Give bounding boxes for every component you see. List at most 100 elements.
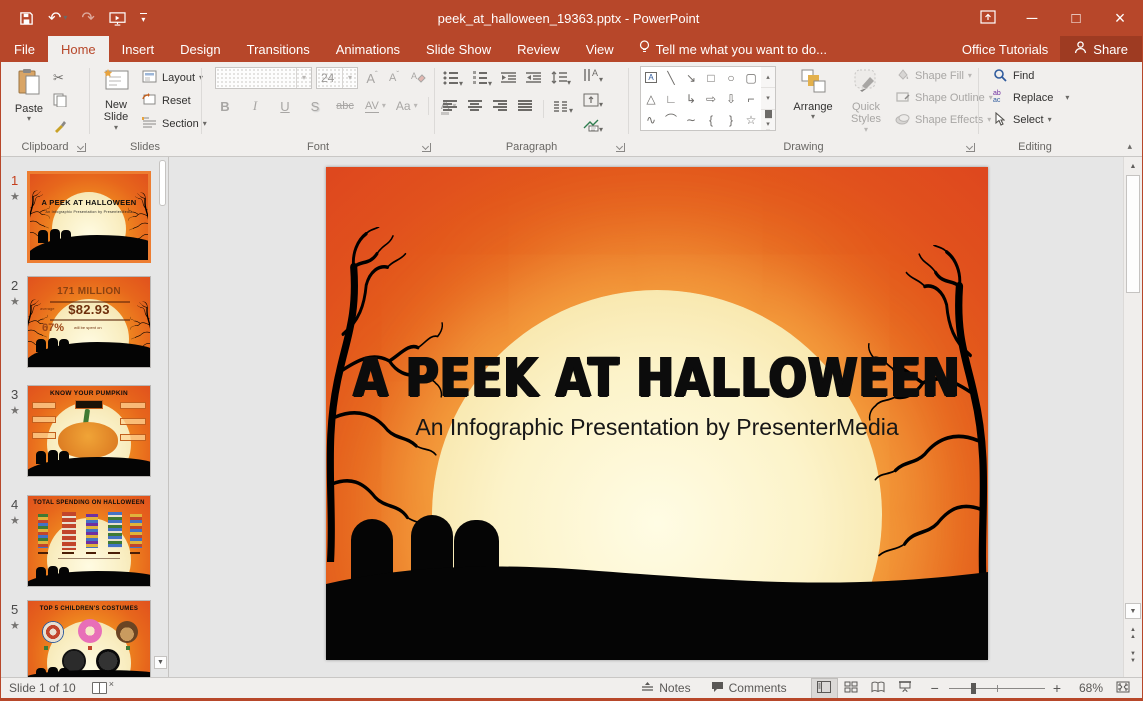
tab-transitions[interactable]: Transitions — [234, 36, 323, 62]
shape-down-arrow[interactable]: ⇩ — [726, 92, 736, 106]
decrease-font-size-button[interactable]: Aˇ — [384, 67, 404, 89]
decrease-indent-button[interactable] — [501, 71, 517, 90]
replace-button[interactable]: abac Replace ▾ — [993, 90, 1069, 106]
format-painter-button[interactable] — [53, 119, 69, 138]
scrollbar-thumb[interactable] — [1126, 175, 1140, 293]
shapes-scroll-up-button[interactable]: ▴ — [761, 67, 775, 88]
shape-rounded-rectangle[interactable]: ▢ — [745, 71, 756, 85]
slide-sorter-view-button[interactable] — [838, 678, 865, 699]
quick-styles-button[interactable]: Quick Styles ▾ — [843, 68, 889, 134]
character-spacing-button[interactable]: AV▾ — [365, 95, 386, 117]
maximize-button[interactable]: □ — [1054, 0, 1098, 36]
layout-button[interactable]: Layout ▾ — [142, 70, 207, 86]
slide-canvas[interactable]: A PEEK AT HALLOWEEN An Infographic Prese… — [326, 167, 988, 660]
slide-thumbnail-1[interactable]: A PEEK AT HALLOWEEN An Infographic Prese… — [27, 171, 151, 263]
clipboard-dialog-launcher[interactable] — [77, 143, 86, 152]
comments-button[interactable]: Comments — [701, 678, 797, 699]
customize-qat-button[interactable]: ▾ — [140, 13, 147, 24]
thumbnail-panel-scrollbar-thumb[interactable] — [159, 160, 166, 206]
shape-triangle[interactable]: △ — [646, 92, 655, 106]
slide-show-view-button[interactable] — [892, 678, 919, 699]
slide-thumbnail-4[interactable]: TOTAL SPENDING ON HALLOWEEN — [27, 495, 151, 587]
shape-right-arrow[interactable]: ⇨ — [706, 92, 716, 106]
increase-indent-button[interactable] — [526, 71, 542, 90]
text-direction-button[interactable]: A▾ — [583, 68, 603, 87]
align-center-button[interactable] — [468, 98, 484, 119]
zoom-in-button[interactable]: + — [1051, 680, 1067, 696]
align-right-button[interactable] — [493, 98, 509, 119]
tab-design[interactable]: Design — [167, 36, 233, 62]
office-tutorials-link[interactable]: Office Tutorials — [950, 36, 1060, 62]
tab-file[interactable]: File — [1, 36, 48, 62]
shape-arrow[interactable]: ↘ — [686, 71, 696, 85]
shapes-scroll-down-button[interactable]: ▾ — [761, 88, 775, 109]
columns-button[interactable]: ▾ — [553, 100, 573, 118]
slide-title-textbox[interactable]: A PEEK AT HALLOWEEN — [326, 346, 988, 409]
zoom-out-button[interactable]: − — [919, 680, 943, 696]
shape-elbow-connector[interactable]: ∟ — [665, 92, 677, 106]
drawing-dialog-launcher[interactable] — [966, 143, 975, 152]
bold-button[interactable]: B — [215, 95, 235, 117]
font-name-combobox[interactable]: ▾ — [215, 67, 312, 89]
find-button[interactable]: Find — [993, 68, 1069, 84]
slide-thumbnail-2[interactable]: 171 MILLION average $82.93 67% will be s… — [27, 276, 151, 368]
select-button[interactable]: Select ▾ — [993, 112, 1069, 128]
shapes-gallery[interactable]: A ╲ ↘ □ ○ ▢ △ ∟ ↳ ⇨ ⇩ ⌐ ∿ ⌒ ∼ { } ☆ — [640, 66, 762, 131]
spell-check-button[interactable]: × — [92, 682, 114, 694]
numbering-button[interactable]: ▾ — [472, 70, 492, 91]
reset-button[interactable]: Reset — [142, 93, 207, 109]
tab-home[interactable]: Home — [48, 36, 109, 62]
shape-star[interactable]: ☆ — [746, 113, 757, 127]
start-from-beginning-button[interactable] — [109, 11, 126, 26]
increase-font-size-button[interactable]: Aˆ — [362, 67, 382, 89]
shape-curve[interactable]: ∼ — [686, 113, 696, 127]
arrange-button[interactable]: Arrange ▾ — [787, 68, 839, 121]
shape-elbow-arrow-connector[interactable]: ↳ — [686, 92, 696, 106]
line-spacing-button[interactable]: ▾ — [551, 71, 571, 90]
scroll-down-button[interactable]: ▼ — [1125, 603, 1141, 619]
zoom-slider-thumb[interactable] — [971, 683, 976, 694]
slide-subtitle-textbox[interactable]: An Infographic Presentation by Presenter… — [326, 414, 988, 441]
tab-insert[interactable]: Insert — [109, 36, 168, 62]
change-case-button[interactable]: Aa▾ — [396, 95, 418, 117]
tab-slide-show[interactable]: Slide Show — [413, 36, 504, 62]
tab-view[interactable]: View — [573, 36, 627, 62]
italic-button[interactable]: I — [245, 95, 265, 117]
close-button[interactable]: × — [1098, 0, 1142, 36]
undo-button[interactable]: ↶ ▾ — [48, 8, 67, 28]
clear-formatting-button[interactable]: A — [409, 67, 429, 89]
shape-left-brace[interactable]: { — [709, 113, 713, 127]
font-dialog-launcher[interactable] — [422, 143, 431, 152]
previous-slide-button[interactable]: ▲▲ — [1125, 625, 1141, 643]
ribbon-display-options-button[interactable] — [966, 0, 1010, 36]
shape-corner[interactable]: ⌐ — [747, 92, 754, 106]
text-shadow-button[interactable]: S — [305, 95, 325, 117]
shape-scribble[interactable]: ∿ — [646, 113, 656, 127]
cut-button[interactable]: ✂ — [53, 70, 69, 86]
collapse-ribbon-button[interactable]: ▴ — [1127, 141, 1132, 152]
fit-slide-to-window-button[interactable] — [1109, 678, 1136, 699]
align-text-button[interactable]: ▾ — [583, 93, 603, 112]
thumbnail-panel-scroll-down-button[interactable]: ▼ — [154, 656, 167, 669]
tell-me-box[interactable]: Tell me what you want to do... — [627, 36, 839, 62]
align-left-button[interactable] — [443, 98, 459, 119]
save-button[interactable] — [19, 11, 34, 26]
notes-button[interactable]: Notes — [631, 678, 700, 699]
normal-view-button[interactable] — [811, 678, 838, 699]
underline-button[interactable]: U — [275, 95, 295, 117]
copy-button[interactable] — [53, 93, 69, 112]
paragraph-dialog-launcher[interactable] — [616, 143, 625, 152]
font-size-combobox[interactable]: 24 ▾ — [316, 67, 358, 89]
slide-thumbnail-3[interactable]: KNOW YOUR PUMPKIN — [27, 385, 151, 477]
bullets-button[interactable]: ▾ — [443, 70, 463, 91]
shape-arc[interactable]: ⌒ — [665, 111, 677, 128]
reading-view-button[interactable] — [865, 678, 892, 699]
shape-right-brace[interactable]: } — [729, 113, 733, 127]
shapes-gallery-more-button[interactable]: ▾ — [761, 110, 775, 130]
tab-review[interactable]: Review — [504, 36, 573, 62]
shape-textbox[interactable]: A — [645, 72, 656, 83]
convert-to-smartart-button[interactable]: ▾ — [583, 118, 603, 137]
share-button[interactable]: Share — [1060, 36, 1142, 62]
shape-line[interactable]: ╲ — [667, 71, 674, 85]
new-slide-button[interactable]: New Slide ▾ — [94, 68, 138, 132]
